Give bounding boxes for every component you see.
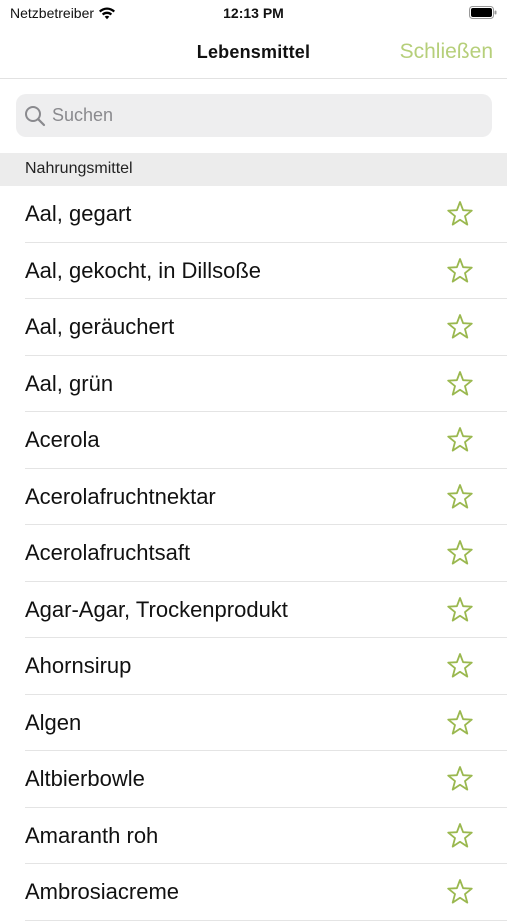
item-label: Aal, geräuchert bbox=[25, 314, 175, 339]
item-label: Altbierbowle bbox=[25, 766, 145, 791]
star-icon[interactable] bbox=[446, 539, 474, 567]
star-icon[interactable] bbox=[446, 765, 474, 793]
battery-icon bbox=[469, 6, 497, 19]
close-button[interactable]: Schließen bbox=[400, 40, 493, 64]
list-item[interactable]: Acerola bbox=[0, 412, 507, 469]
list-item[interactable]: Aal, gegart bbox=[0, 186, 507, 243]
search-bar[interactable] bbox=[16, 94, 492, 137]
star-icon[interactable] bbox=[446, 200, 474, 228]
list-item[interactable]: Agar-Agar, Trockenprodukt bbox=[0, 582, 507, 639]
list-item[interactable]: Aal, gekocht, in Dillsoße bbox=[0, 243, 507, 300]
star-icon[interactable] bbox=[446, 822, 474, 850]
item-label: Ahornsirup bbox=[25, 653, 132, 678]
section-title: Nahrungsmittel bbox=[25, 160, 133, 177]
list-item[interactable]: Ambrosiacreme bbox=[0, 864, 507, 921]
list-item[interactable]: Amaranth roh bbox=[0, 808, 507, 865]
list-item[interactable]: Algen bbox=[0, 695, 507, 752]
list-item[interactable]: Altbierbowle bbox=[0, 751, 507, 808]
item-label: Amaranth roh bbox=[25, 822, 159, 848]
item-label: Algen bbox=[25, 709, 82, 735]
item-label: Acerolafruchtnektar bbox=[25, 483, 216, 509]
star-icon[interactable] bbox=[446, 483, 474, 511]
status-time: 12:13 PM bbox=[223, 5, 284, 21]
list-item[interactable]: Ahornsirup bbox=[0, 638, 507, 695]
list-item[interactable]: Acerolafruchtnektar bbox=[0, 469, 507, 526]
navigation-bar: Lebensmittel Schließen bbox=[0, 30, 507, 79]
star-icon[interactable] bbox=[446, 709, 474, 737]
star-icon[interactable] bbox=[446, 426, 474, 454]
star-icon[interactable] bbox=[446, 878, 474, 906]
section-header: Nahrungsmittel bbox=[0, 153, 507, 186]
star-icon[interactable] bbox=[446, 257, 474, 285]
star-icon[interactable] bbox=[446, 313, 474, 341]
item-label: Ambrosiacreme bbox=[25, 879, 180, 904]
item-label: Agar-Agar, Trockenprodukt bbox=[25, 596, 288, 622]
food-list: Aal, gegart Aal, gekocht, in Dillsoße Aa… bbox=[0, 186, 507, 921]
search-input[interactable] bbox=[52, 105, 492, 126]
star-icon[interactable] bbox=[446, 596, 474, 624]
item-label: Aal, gekocht, in Dillsoße bbox=[25, 257, 261, 283]
item-label: Acerola bbox=[25, 427, 100, 452]
search-icon bbox=[25, 105, 46, 126]
item-label: Acerolafruchtsaft bbox=[25, 540, 191, 565]
list-item[interactable]: Acerolafruchtsaft bbox=[0, 525, 507, 582]
list-item[interactable]: Aal, geräuchert bbox=[0, 299, 507, 356]
item-label: Aal, gegart bbox=[25, 201, 132, 226]
list-item[interactable]: Aal, grün bbox=[0, 356, 507, 413]
item-label: Aal, grün bbox=[25, 370, 114, 396]
star-icon[interactable] bbox=[446, 652, 474, 680]
star-icon[interactable] bbox=[446, 370, 474, 398]
status-bar: Netzbetreiber 12:13 PM bbox=[0, 0, 507, 30]
